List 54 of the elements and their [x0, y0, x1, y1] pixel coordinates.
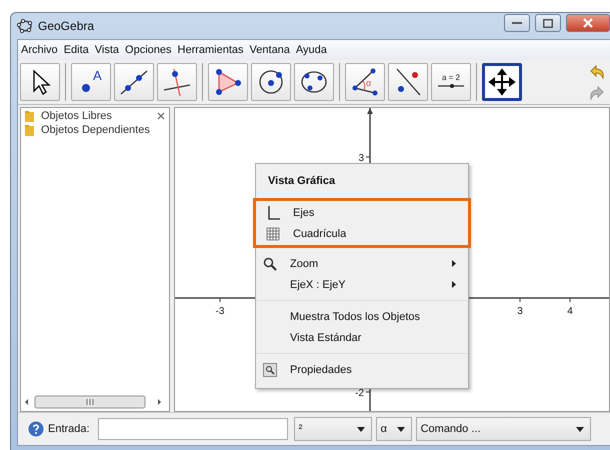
tool-button[interactable] [294, 63, 334, 101]
tool-button[interactable] [388, 63, 428, 101]
menu-item[interactable]: Ayuda [296, 44, 327, 56]
window-title: GeoGebra [38, 19, 94, 33]
input-label: Entrada: [48, 423, 90, 435]
help-icon[interactable] [28, 421, 44, 437]
tool-button[interactable] [251, 63, 291, 101]
menu-item[interactable]: Propiedades [284, 364, 352, 376]
close-icon[interactable] [157, 112, 165, 120]
menu-item[interactable]: Herramientas [178, 44, 244, 56]
menu-item[interactable]: Cuadrícula [287, 228, 346, 240]
menu-title: Vista Gráfica [267, 174, 336, 189]
greek-dropdown[interactable]: α [376, 417, 412, 441]
command-dropdown[interactable]: Comando ... [416, 417, 591, 441]
caret-icon [576, 426, 584, 432]
tree-item[interactable]: Objetos Dependientes [41, 124, 150, 136]
tool-button[interactable] [482, 63, 522, 101]
axis-tick-label: 4 [567, 306, 573, 317]
undo-icon[interactable] [588, 62, 606, 80]
close-icon [583, 18, 593, 28]
menu-item[interactable]: Edita [64, 44, 89, 56]
caret-icon [396, 426, 405, 432]
menu-item[interactable]: Opciones [125, 44, 172, 56]
tool-button[interactable] [114, 63, 154, 101]
caret-icon [356, 426, 365, 432]
menu-item[interactable]: Muestra Todos los Objetos [284, 310, 420, 322]
perpendicular-icon [161, 66, 193, 98]
minimize-icon [512, 21, 522, 25]
tree-item[interactable]: Objetos Libres [41, 110, 112, 122]
axis-tick-label: 3 [517, 306, 523, 317]
tool-button[interactable] [157, 63, 197, 101]
tool-button[interactable] [208, 63, 248, 101]
axis-tick-label: 3 [358, 153, 364, 164]
app-logo-icon [17, 19, 33, 33]
maximize-button[interactable] [535, 14, 561, 32]
properties-icon [263, 362, 277, 376]
search-icon [263, 256, 277, 270]
menu-item[interactable]: Archivo [21, 44, 58, 56]
maximize-icon [543, 18, 553, 28]
menu-item[interactable]: Ejes [287, 206, 314, 218]
grid-icon [266, 226, 280, 240]
symbol-dropdown[interactable]: ² [294, 417, 372, 441]
menu-item[interactable]: Zoom [284, 258, 318, 270]
axis-tick-label: -2 [355, 388, 364, 399]
menu-item[interactable]: Vista [94, 44, 120, 56]
axis-tick-label: -3 [216, 306, 224, 317]
move-view-icon [486, 66, 518, 98]
close-button[interactable] [566, 14, 610, 32]
menu-item[interactable]: EjeX : EjeY [284, 278, 346, 290]
menu-item[interactable]: Ventana [250, 44, 290, 56]
input-field[interactable] [98, 418, 288, 440]
tool-button[interactable] [20, 63, 60, 101]
minimize-button[interactable] [504, 14, 530, 32]
menu-item[interactable]: Vista Estándar [284, 332, 362, 344]
